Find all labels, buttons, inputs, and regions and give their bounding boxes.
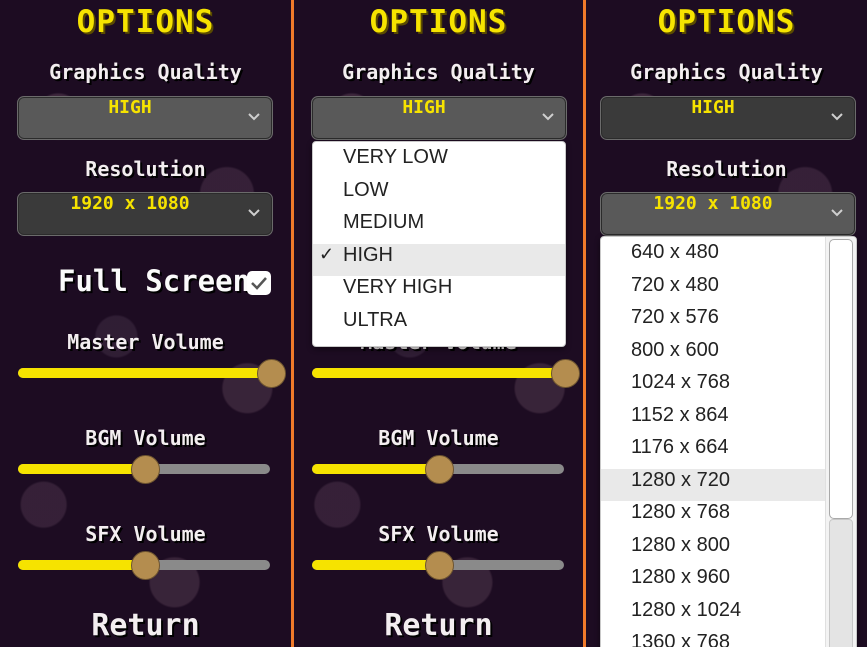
bgm-volume-slider[interactable] bbox=[312, 455, 564, 484]
options-panel-3: OPTIONS Graphics Quality HIGH Resolution… bbox=[586, 0, 867, 647]
graphics-option[interactable]: ULTRA bbox=[313, 309, 565, 342]
master-volume-slider[interactable] bbox=[18, 359, 286, 388]
sfx-volume-slider[interactable] bbox=[312, 551, 564, 580]
bgm-volume-label: BGM Volume bbox=[85, 426, 206, 450]
resolution-option[interactable]: 1152 x 864 bbox=[601, 404, 826, 437]
graphics-option-label: MEDIUM bbox=[343, 211, 425, 233]
graphics-option-label: HIGH bbox=[343, 243, 393, 266]
graphics-option[interactable]: ✓ HIGH bbox=[313, 243, 565, 276]
options-title: OPTIONS bbox=[369, 4, 508, 40]
chevron-down-icon bbox=[542, 113, 554, 121]
graphics-quality-dropdown: VERY LOW LOW MEDIUM ✓ HIGH VERY HIGH ULTRA bbox=[312, 141, 566, 347]
scrollbar-lower[interactable] bbox=[829, 519, 853, 647]
chevron-down-icon bbox=[831, 209, 843, 217]
master-volume-label: Master Volume bbox=[67, 330, 224, 354]
return-button[interactable]: Return bbox=[0, 608, 291, 643]
fullscreen-label: Full Screen bbox=[58, 264, 251, 298]
resolution-select[interactable]: 1920 x 1080 bbox=[17, 192, 273, 236]
resolution-value: 1920 x 1080 bbox=[653, 193, 773, 214]
resolution-option[interactable]: 1176 x 664 bbox=[601, 436, 826, 469]
slider-knob[interactable] bbox=[257, 359, 286, 388]
bgm-volume-slider[interactable] bbox=[18, 455, 270, 484]
resolution-dropdown: 640 x 480 720 x 480 720 x 576 800 x 600 1024… bbox=[600, 236, 857, 647]
chevron-down-icon bbox=[248, 113, 260, 121]
options-title: OPTIONS bbox=[76, 4, 215, 40]
slider-knob[interactable] bbox=[425, 551, 454, 580]
graphics-quality-value: HIGH bbox=[402, 97, 446, 118]
options-panel-2: OPTIONS Graphics Quality HIGH Master Vol… bbox=[294, 0, 583, 647]
graphics-quality-label: Graphics Quality bbox=[342, 60, 535, 84]
slider-knob[interactable] bbox=[131, 455, 160, 484]
resolution-select[interactable]: 1920 x 1080 bbox=[600, 192, 856, 236]
resolution-option[interactable]: 1280 x 960 bbox=[601, 566, 826, 599]
sfx-volume-label: SFX Volume bbox=[85, 522, 206, 546]
scrollbar-thumb[interactable] bbox=[829, 239, 853, 519]
checkmark-icon: ✓ bbox=[319, 243, 335, 264]
graphics-option-label: VERY HIGH bbox=[343, 276, 453, 298]
resolution-label: Resolution bbox=[85, 157, 206, 181]
resolution-label: Resolution bbox=[666, 157, 787, 181]
slider-knob[interactable] bbox=[131, 551, 160, 580]
slider-fill bbox=[18, 560, 144, 570]
graphics-option-label: VERY LOW bbox=[343, 146, 448, 168]
graphics-quality-select[interactable]: HIGH bbox=[17, 96, 273, 140]
slider-fill bbox=[312, 368, 564, 378]
graphics-quality-label: Graphics Quality bbox=[49, 60, 242, 84]
graphics-option[interactable]: VERY LOW bbox=[313, 146, 565, 179]
graphics-option[interactable]: MEDIUM bbox=[313, 211, 565, 244]
options-title: OPTIONS bbox=[657, 4, 796, 40]
resolution-option[interactable]: 720 x 576 bbox=[601, 306, 826, 339]
resolution-value: 1920 x 1080 bbox=[70, 193, 190, 214]
slider-fill bbox=[312, 464, 438, 474]
return-button[interactable]: Return bbox=[294, 608, 583, 643]
sfx-volume-slider[interactable] bbox=[18, 551, 270, 580]
resolution-option[interactable]: 640 x 480 bbox=[601, 241, 826, 274]
resolution-option[interactable]: 1024 x 768 bbox=[601, 371, 826, 404]
slider-fill bbox=[18, 368, 270, 378]
graphics-option-label: ULTRA bbox=[343, 308, 408, 331]
slider-fill bbox=[18, 464, 144, 474]
graphics-quality-select[interactable]: HIGH bbox=[311, 96, 567, 140]
sfx-volume-label: SFX Volume bbox=[378, 522, 499, 546]
graphics-option[interactable]: LOW bbox=[313, 179, 565, 212]
graphics-quality-value: HIGH bbox=[108, 97, 152, 118]
graphics-option-label: LOW bbox=[343, 178, 389, 201]
fullscreen-checkbox[interactable] bbox=[247, 271, 271, 295]
chevron-down-icon bbox=[831, 113, 843, 121]
graphics-option[interactable]: VERY HIGH bbox=[313, 276, 565, 309]
resolution-option[interactable]: 1280 x 800 bbox=[601, 534, 826, 567]
resolution-options-list: 640 x 480 720 x 480 720 x 576 800 x 600 1024… bbox=[601, 241, 826, 647]
chevron-down-icon bbox=[248, 209, 260, 217]
dropdown-scrollbar[interactable] bbox=[825, 237, 856, 647]
slider-knob[interactable] bbox=[551, 359, 580, 388]
checkmark-icon bbox=[251, 277, 267, 290]
master-volume-slider[interactable] bbox=[312, 359, 580, 388]
bgm-volume-label: BGM Volume bbox=[378, 426, 499, 450]
graphics-quality-label: Graphics Quality bbox=[630, 60, 823, 84]
slider-fill bbox=[312, 560, 438, 570]
resolution-option[interactable]: 1360 x 768 bbox=[601, 631, 826, 647]
resolution-option[interactable]: 720 x 480 bbox=[601, 274, 826, 307]
graphics-quality-select[interactable]: HIGH bbox=[600, 96, 856, 140]
graphics-quality-value: HIGH bbox=[691, 97, 735, 118]
resolution-option[interactable]: 1280 x 720 bbox=[601, 468, 826, 501]
slider-knob[interactable] bbox=[425, 455, 454, 484]
resolution-option[interactable]: 1280 x 768 bbox=[601, 501, 826, 534]
resolution-option[interactable]: 800 x 600 bbox=[601, 339, 826, 372]
resolution-option[interactable]: 1280 x 1024 bbox=[601, 599, 826, 632]
options-panel-1: OPTIONS Graphics Quality HIGH Resolution… bbox=[0, 0, 291, 647]
